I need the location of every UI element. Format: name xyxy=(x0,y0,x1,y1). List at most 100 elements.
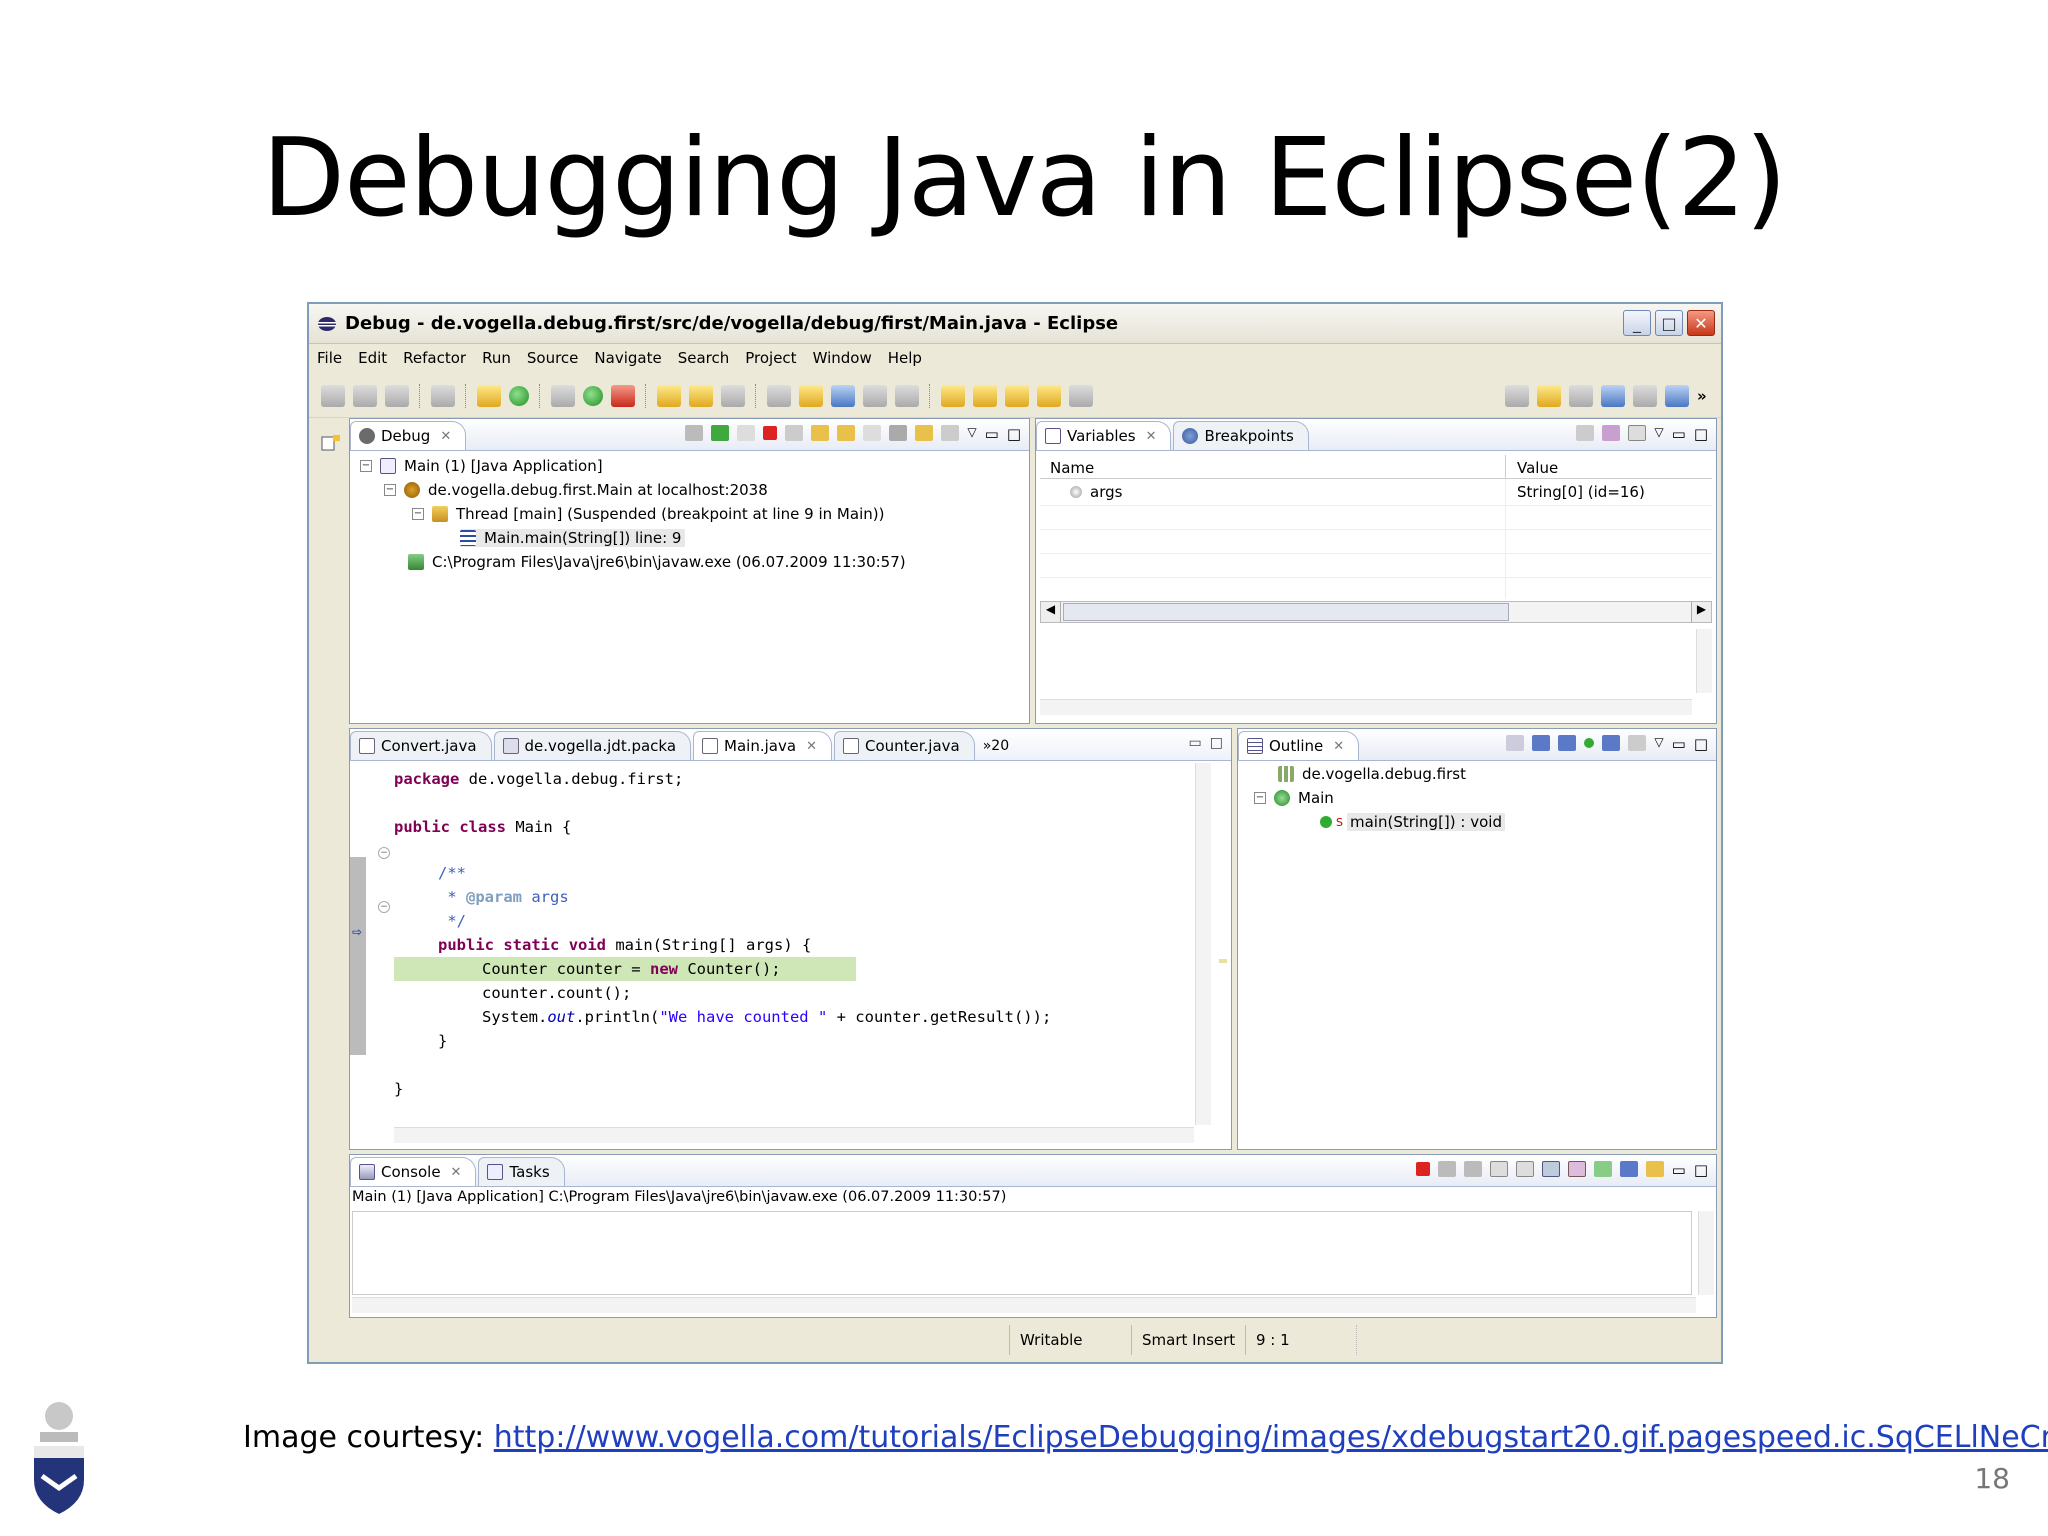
run-icon[interactable] xyxy=(583,385,603,406)
code-line[interactable]: System.out.println("We have counted " + … xyxy=(482,1005,1051,1029)
horizontal-scrollbar[interactable]: ◀ ▶ xyxy=(1040,601,1712,623)
code-line[interactable]: counter.count(); xyxy=(482,981,631,1005)
add-icon[interactable] xyxy=(509,385,529,406)
hide-local-types-icon[interactable] xyxy=(1602,735,1621,751)
table-row[interactable]: args xyxy=(1070,483,1122,501)
remove-all-terminated-icon[interactable] xyxy=(1463,1161,1482,1177)
code-line[interactable]: */ xyxy=(438,909,466,933)
block-selection-icon[interactable] xyxy=(863,384,887,407)
menu-file[interactable]: File xyxy=(317,349,342,367)
code-line[interactable]: public static void main(String[] args) { xyxy=(438,933,811,957)
view-menu-icon[interactable] xyxy=(941,425,960,441)
menu-navigate[interactable]: Navigate xyxy=(594,349,661,367)
collapse-all-icon[interactable] xyxy=(1628,425,1647,441)
column-value[interactable]: Value xyxy=(1517,459,1558,477)
print-icon[interactable] xyxy=(385,384,409,407)
minimize-view-icon[interactable]: ▭ xyxy=(1672,1161,1686,1179)
minimize-view-icon[interactable]: ▭ xyxy=(985,425,999,443)
menu-help[interactable]: Help xyxy=(888,349,922,367)
show-whitespace-icon[interactable] xyxy=(895,384,919,407)
hide-nonpublic-icon[interactable] xyxy=(1584,738,1595,748)
close-icon[interactable]: ✕ xyxy=(806,739,817,754)
show-on-stderr-icon[interactable] xyxy=(1567,1161,1586,1177)
scroll-lock-icon[interactable] xyxy=(1515,1161,1534,1177)
last-edit-icon[interactable] xyxy=(1005,384,1029,407)
minimize-button[interactable]: _ xyxy=(1623,310,1651,336)
code-line[interactable]: } xyxy=(394,1077,403,1101)
vertical-scrollbar[interactable] xyxy=(1195,763,1211,1125)
open-type-icon[interactable] xyxy=(657,384,681,407)
tab-debug[interactable]: Debug ✕ xyxy=(350,421,467,450)
back-icon[interactable] xyxy=(1037,384,1061,407)
minimize-view-icon[interactable]: ▭ xyxy=(1672,425,1686,443)
scroll-thumb[interactable] xyxy=(1063,603,1509,621)
tree-item[interactable]: − Thread [main] (Suspended (breakpoint a… xyxy=(412,505,884,523)
chevron-down-icon[interactable]: ▽ xyxy=(1654,425,1663,443)
vertical-scrollbar[interactable] xyxy=(1696,629,1712,693)
search-icon[interactable] xyxy=(721,384,745,407)
tab-jdt-package[interactable]: de.vogella.jdt.packa xyxy=(493,731,692,760)
clear-console-icon[interactable] xyxy=(1489,1161,1508,1177)
new-project-icon[interactable] xyxy=(477,384,501,407)
sort-icon[interactable] xyxy=(1506,735,1525,751)
step-return-icon[interactable] xyxy=(863,425,882,441)
close-icon[interactable]: ✕ xyxy=(440,429,451,444)
previous-annotation-icon[interactable] xyxy=(973,384,997,407)
tab-main-java[interactable]: Main.java ✕ xyxy=(693,731,832,760)
menu-search[interactable]: Search xyxy=(678,349,730,367)
next-annotation-icon[interactable] xyxy=(941,384,965,407)
display-console-icon[interactable] xyxy=(1619,1161,1638,1177)
forward-icon[interactable] xyxy=(1069,384,1093,407)
chevron-down-icon[interactable]: ▽ xyxy=(1654,735,1663,753)
horizontal-scrollbar[interactable] xyxy=(394,1127,1194,1143)
python-perspective-icon[interactable] xyxy=(1665,384,1689,407)
fold-icon[interactable]: − xyxy=(378,901,390,913)
horizontal-scrollbar[interactable] xyxy=(1040,699,1692,715)
collapse-icon[interactable]: − xyxy=(1254,792,1266,804)
open-console-icon[interactable] xyxy=(1645,1161,1664,1177)
new-icon[interactable] xyxy=(321,384,345,407)
suspend-icon[interactable] xyxy=(737,425,756,441)
pin-icon[interactable] xyxy=(767,384,791,407)
tree-item[interactable]: − de.vogella.debug.first.Main at localho… xyxy=(384,481,768,499)
toggle-icon[interactable] xyxy=(831,384,855,407)
scroll-left-icon[interactable]: ◀ xyxy=(1041,602,1061,622)
console-output[interactable] xyxy=(352,1211,1692,1295)
fast-view-icon[interactable] xyxy=(321,434,341,452)
show-type-names-icon[interactable] xyxy=(1576,425,1595,441)
menu-source[interactable]: Source xyxy=(527,349,579,367)
tab-variables[interactable]: Variables ✕ xyxy=(1036,421,1172,450)
tab-counter-java[interactable]: Counter.java xyxy=(833,731,975,760)
external-tools-icon[interactable] xyxy=(611,384,635,407)
tab-console[interactable]: Console ✕ xyxy=(350,1157,477,1186)
code-line[interactable]: package de.vogella.debug.first; xyxy=(394,767,683,791)
code-line-current[interactable]: Counter counter = new Counter(); xyxy=(482,957,781,981)
menu-refactor[interactable]: Refactor xyxy=(403,349,466,367)
device-icon[interactable] xyxy=(431,384,455,407)
open-folder-icon[interactable] xyxy=(689,384,713,407)
tab-overflow[interactable]: »20 xyxy=(983,738,1009,754)
chevron-more-icon[interactable]: » xyxy=(1697,387,1721,405)
code-line[interactable]: /** xyxy=(438,861,466,885)
close-icon[interactable]: ✕ xyxy=(1146,429,1157,444)
step-into-icon[interactable] xyxy=(811,425,830,441)
tree-item[interactable]: C:\Program Files\Java\jre6\bin\javaw.exe… xyxy=(408,553,906,571)
show-logical-structure-icon[interactable] xyxy=(1602,425,1621,441)
chevron-down-icon[interactable]: ▽ xyxy=(967,425,976,443)
column-name[interactable]: Name xyxy=(1050,459,1094,477)
save-icon[interactable] xyxy=(353,384,377,407)
tree-item[interactable]: − Main (1) [Java Application] xyxy=(360,457,603,475)
maximize-view-icon[interactable]: □ xyxy=(1210,735,1223,751)
collapse-icon[interactable]: − xyxy=(384,484,396,496)
disconnect-icon[interactable] xyxy=(785,425,804,441)
maximize-view-icon[interactable]: □ xyxy=(1694,425,1708,443)
scroll-right-icon[interactable]: ▶ xyxy=(1691,602,1711,622)
use-step-filters-icon[interactable] xyxy=(915,425,934,441)
ee-perspective-icon[interactable] xyxy=(1569,384,1593,407)
minimize-view-icon[interactable]: ▭ xyxy=(1672,735,1686,753)
tab-breakpoints[interactable]: Breakpoints xyxy=(1173,421,1309,450)
tab-tasks[interactable]: Tasks xyxy=(478,1157,565,1186)
step-over-icon[interactable] xyxy=(837,425,856,441)
debug-perspective-icon[interactable] xyxy=(1633,384,1657,407)
menu-run[interactable]: Run xyxy=(482,349,511,367)
